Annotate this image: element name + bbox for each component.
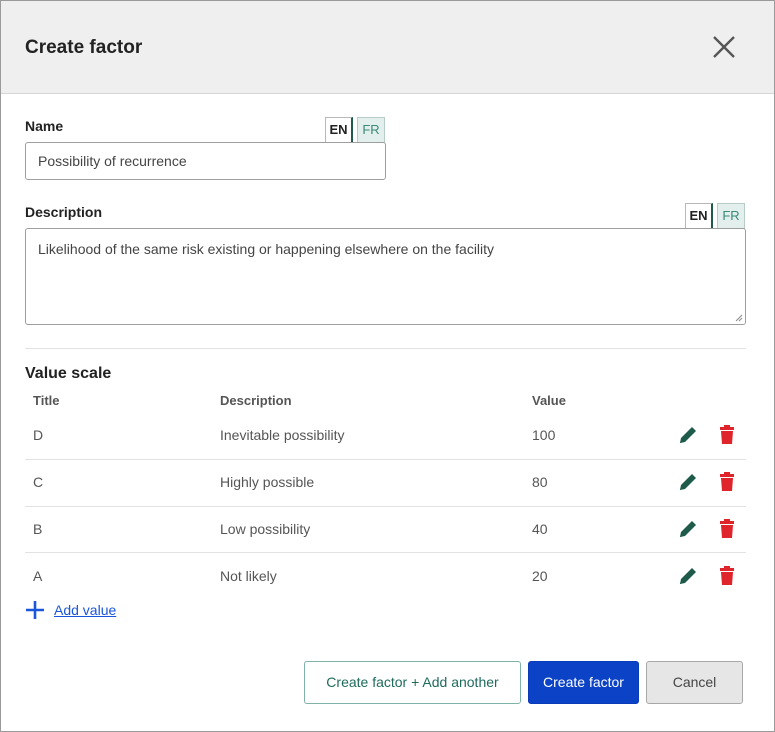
trash-icon[interactable] xyxy=(716,471,738,493)
create-factor-add-another-button[interactable]: Create factor + Add another xyxy=(304,661,521,704)
row-divider xyxy=(25,506,746,507)
name-input[interactable]: Possibility of recurrence xyxy=(25,142,386,180)
row-description: Not likely xyxy=(220,568,277,584)
row-description: Low possibility xyxy=(220,521,311,537)
pencil-icon[interactable] xyxy=(677,424,699,446)
value-scale-title: Value scale xyxy=(25,365,112,382)
description-text: Likelihood of the same risk existing or … xyxy=(38,241,495,257)
row-title: D xyxy=(33,427,44,443)
trash-icon[interactable] xyxy=(716,424,738,446)
create-factor-button[interactable]: Create factor xyxy=(528,661,639,704)
row-title: C xyxy=(33,474,44,490)
create-factor-dialog: Create factor Name EN FR Possibility of … xyxy=(0,0,775,732)
row-value: 40 xyxy=(532,521,548,537)
row-value: 80 xyxy=(532,474,548,490)
name-lang-tab-fr[interactable]: FR xyxy=(357,117,385,143)
name-lang-tab-en[interactable]: EN xyxy=(325,117,353,143)
description-lang-tab-fr[interactable]: FR xyxy=(717,203,745,229)
add-value-label: Add value xyxy=(54,602,117,618)
row-title: A xyxy=(33,568,43,584)
cancel-button[interactable]: Cancel xyxy=(646,661,743,704)
row-divider xyxy=(25,459,746,460)
column-header-value: Value xyxy=(532,393,566,408)
pencil-icon[interactable] xyxy=(677,565,699,587)
plus-icon xyxy=(25,600,45,620)
section-divider xyxy=(25,348,746,349)
dialog-header: Create factor xyxy=(1,1,774,94)
close-icon[interactable] xyxy=(709,32,739,62)
row-description: Highly possible xyxy=(220,474,315,490)
resize-handle-icon[interactable] xyxy=(735,314,743,322)
trash-icon[interactable] xyxy=(716,518,738,540)
row-divider xyxy=(25,552,746,553)
dialog-title: Create factor xyxy=(25,37,143,58)
description-lang-tab-en[interactable]: EN xyxy=(685,203,713,229)
column-header-description: Description xyxy=(220,393,292,408)
description-textarea[interactable]: Likelihood of the same risk existing or … xyxy=(25,228,746,325)
pencil-icon[interactable] xyxy=(677,518,699,540)
column-header-title: Title xyxy=(33,393,60,408)
pencil-icon[interactable] xyxy=(677,471,699,493)
row-title: B xyxy=(33,521,43,537)
row-value: 100 xyxy=(532,427,556,443)
row-value: 20 xyxy=(532,568,548,584)
description-label: Description xyxy=(25,204,103,220)
name-label: Name xyxy=(25,118,64,134)
row-description: Inevitable possibility xyxy=(220,427,345,443)
trash-icon[interactable] xyxy=(716,565,738,587)
